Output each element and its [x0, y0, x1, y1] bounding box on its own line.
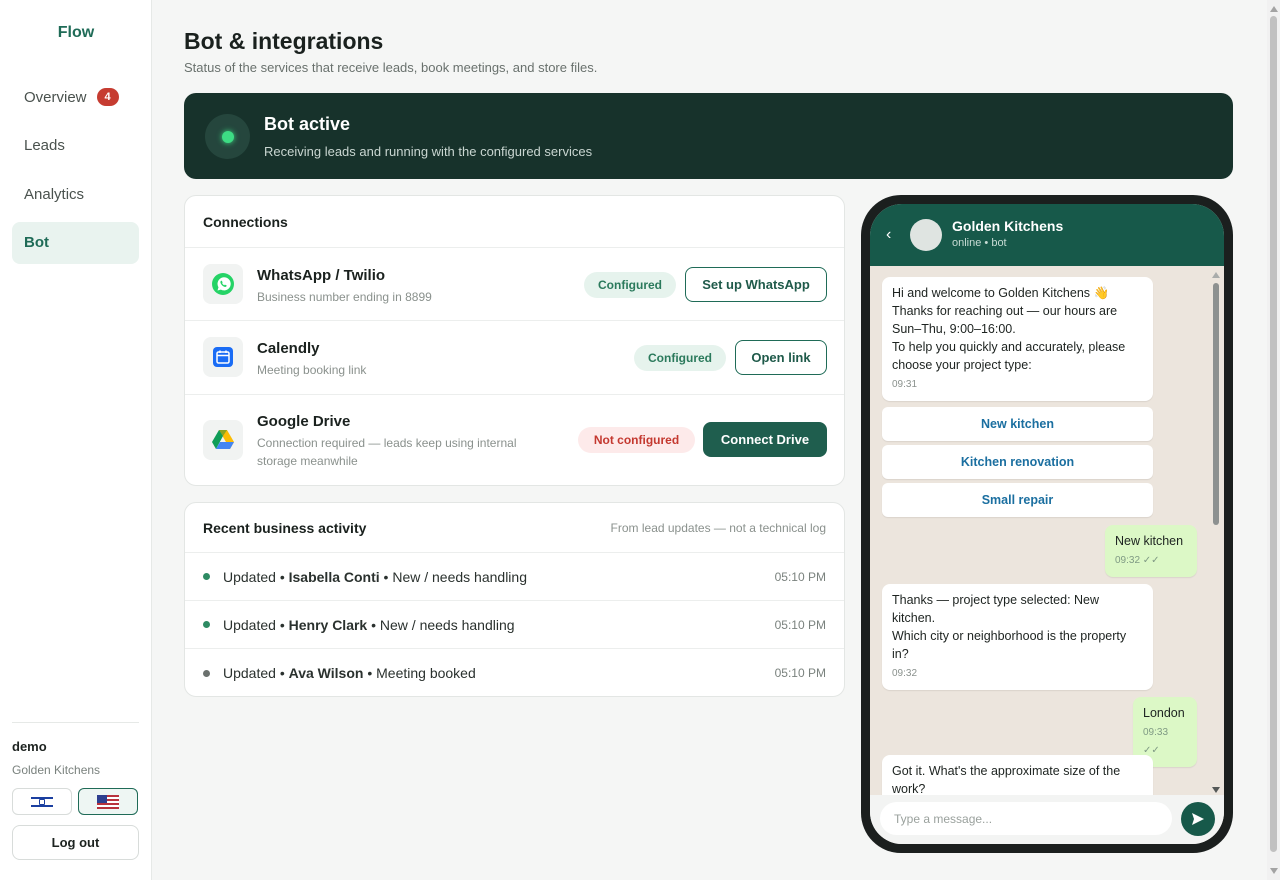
sidebar-item-leads[interactable]: Leads — [12, 125, 139, 167]
israel-flag-icon — [31, 794, 53, 809]
message-bubble-outgoing: New kitchen 09:32 ✓✓ — [1105, 525, 1197, 577]
status-dot-icon — [203, 573, 210, 580]
quick-reply-kitchen-renovation[interactable]: Kitchen renovation — [882, 445, 1153, 479]
card-title: Connections — [203, 213, 288, 230]
back-arrow-icon[interactable]: ‹ — [886, 226, 891, 244]
status-badge: Not configured — [578, 427, 695, 453]
card-title: Recent business activity — [203, 519, 367, 536]
activity-time: 05:10 PM — [774, 569, 826, 584]
send-button[interactable] — [1181, 802, 1215, 836]
activity-text: Updated • Isabella Conti • New / needs h… — [223, 568, 527, 585]
chat-scrollbar[interactable] — [1212, 272, 1220, 793]
logout-button[interactable]: Log out — [12, 825, 139, 860]
card-note: From lead updates — not a technical log — [610, 520, 826, 535]
avatar — [910, 219, 942, 251]
connection-description: Meeting booking link — [257, 363, 367, 377]
user-panel: demo Golden Kitchens Log out — [12, 722, 139, 860]
language-switcher — [12, 788, 139, 815]
message-bubble-incoming: Hi and welcome to Golden Kitchens 👋 Than… — [882, 277, 1153, 401]
status-badge: Configured — [634, 345, 726, 371]
card-header: Recent business activity From lead updat… — [185, 503, 844, 553]
connection-name: Calendly — [257, 340, 320, 357]
connections-card: Connections WhatsApp / Twilio Business n… — [184, 195, 845, 486]
phone-preview: ‹ Golden Kitchens online • bot Hi and we… — [861, 195, 1233, 853]
message-bubble-incoming: Got it. What's the approximate size of t… — [882, 755, 1153, 795]
sidebar-item-bot[interactable]: Bot — [12, 221, 139, 264]
page-scrollbar[interactable] — [1267, 0, 1280, 880]
user-name: demo — [12, 739, 47, 754]
quick-reply-new-kitchen[interactable]: New kitchen — [882, 407, 1153, 441]
scroll-down-arrow-icon[interactable] — [1270, 868, 1278, 874]
scroll-thumb[interactable] — [1270, 16, 1277, 852]
sidebar-nav: Overview 4 Leads Analytics Bot — [12, 76, 139, 270]
language-english-button[interactable] — [78, 788, 138, 815]
message-time: 09:32 — [892, 668, 918, 679]
page-title: Bot & integrations — [184, 28, 384, 54]
connection-name: WhatsApp / Twilio — [257, 267, 386, 284]
activity-time: 05:10 PM — [774, 666, 826, 680]
notification-badge: 4 — [96, 88, 119, 106]
connection-description: Connection required — leads keep using i… — [257, 436, 517, 468]
activity-row[interactable]: Updated • Isabella Conti • New / needs h… — [185, 553, 844, 601]
scroll-up-arrow-icon[interactable] — [1212, 272, 1220, 278]
connection-row-google-drive: Google Drive Connection required — leads… — [185, 395, 844, 486]
setup-whatsapp-button[interactable]: Set up WhatsApp — [685, 267, 827, 302]
message-bubble-incoming: Thanks — project type selected: New kitc… — [882, 584, 1153, 690]
message-time: 09:31 — [892, 379, 918, 390]
page-subtitle: Status of the services that receive lead… — [184, 60, 598, 75]
activity-card: Recent business activity From lead updat… — [184, 502, 845, 697]
message-time: 09:32 ✓✓ — [1115, 555, 1160, 566]
scroll-down-arrow-icon[interactable] — [1212, 787, 1220, 793]
sidebar: Flow Overview 4 Leads Analytics Bot demo… — [0, 0, 152, 880]
sidebar-item-overview[interactable]: Overview 4 — [12, 76, 139, 118]
connection-description: Business number ending in 8899 — [257, 290, 432, 304]
chat-header: ‹ Golden Kitchens online • bot — [870, 204, 1224, 266]
connection-row-whatsapp: WhatsApp / Twilio Business number ending… — [185, 248, 844, 321]
user-organization: Golden Kitchens — [12, 763, 101, 777]
google-drive-icon — [203, 420, 243, 460]
chat-contact-status: online • bot — [952, 237, 1007, 249]
sidebar-item-label: Analytics — [24, 185, 85, 203]
connection-row-calendly: Calendly Meeting booking link Configured… — [185, 321, 844, 395]
sidebar-item-label: Leads — [24, 137, 65, 154]
lead-name: Isabella Conti — [288, 568, 380, 585]
activity-row[interactable]: Updated • Henry Clark • New / needs hand… — [185, 601, 844, 649]
activity-row[interactable]: Updated • Ava Wilson • Meeting booked 05… — [185, 649, 844, 697]
bot-status-title: Bot active — [264, 114, 351, 134]
whatsapp-icon — [203, 264, 243, 304]
connect-drive-button[interactable]: Connect Drive — [703, 422, 827, 457]
status-dot-icon — [203, 669, 210, 677]
quick-reply-small-repair[interactable]: Small repair — [882, 483, 1153, 517]
bot-status-subtitle: Receiving leads and running with the con… — [264, 144, 593, 159]
phone-screen: ‹ Golden Kitchens online • bot Hi and we… — [870, 204, 1224, 844]
scroll-thumb[interactable] — [1213, 283, 1219, 525]
card-header: Connections — [185, 196, 844, 248]
lead-name: Henry Clark — [288, 616, 368, 633]
brand-logo[interactable]: Flow — [0, 24, 152, 42]
sidebar-item-label: Bot — [24, 234, 49, 251]
message-input[interactable] — [880, 802, 1172, 835]
bot-status-banner: Bot active Receiving leads and running w… — [184, 93, 1233, 179]
chat-input-bar — [870, 795, 1224, 844]
message-time: 09:33 ✓✓ — [1143, 727, 1169, 756]
chat-messages[interactable]: Hi and welcome to Golden Kitchens 👋 Than… — [870, 266, 1224, 795]
language-hebrew-button[interactable] — [12, 788, 72, 815]
send-icon — [1192, 813, 1204, 825]
us-flag-icon — [97, 794, 119, 809]
sidebar-item-analytics[interactable]: Analytics — [12, 173, 139, 215]
calendar-icon — [203, 337, 243, 377]
status-indicator — [205, 114, 250, 159]
status-badge: Configured — [584, 272, 676, 298]
status-dot-icon — [221, 130, 234, 143]
activity-text: Updated • Henry Clark • New / needs hand… — [223, 616, 515, 633]
activity-time: 05:10 PM — [774, 617, 826, 632]
lead-name: Ava Wilson — [288, 665, 364, 681]
connection-name: Google Drive — [257, 413, 351, 430]
chat-contact-name: Golden Kitchens — [952, 218, 1064, 234]
scroll-up-arrow-icon[interactable] — [1270, 6, 1278, 12]
sidebar-item-label: Overview — [24, 88, 87, 106]
open-link-button[interactable]: Open link — [735, 340, 827, 375]
status-dot-icon — [203, 621, 210, 628]
activity-text: Updated • Ava Wilson • Meeting booked — [223, 665, 476, 681]
